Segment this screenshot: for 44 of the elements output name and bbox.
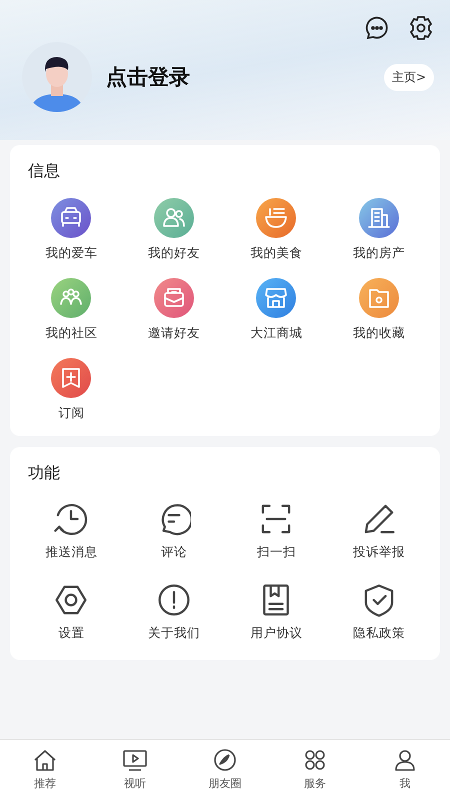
- menu-item[interactable]: 订阅: [20, 354, 122, 426]
- people-icon: [154, 198, 194, 238]
- settings-icon[interactable]: [408, 15, 434, 41]
- tab[interactable]: 视听: [90, 740, 180, 800]
- homepage-button[interactable]: 主页>: [384, 64, 434, 90]
- menu-item[interactable]: 我的房产: [328, 194, 430, 266]
- exclamation-icon: [156, 583, 191, 617]
- compass-icon: [212, 747, 238, 773]
- menu-item[interactable]: 用户协议: [225, 577, 328, 650]
- home-icon: [32, 747, 58, 773]
- menu-item[interactable]: 隐私政策: [328, 577, 430, 650]
- clock-icon: [54, 502, 88, 536]
- message-icon[interactable]: [364, 15, 390, 41]
- envelope-icon: [154, 278, 194, 318]
- tab[interactable]: 朋友圈: [180, 740, 270, 800]
- menu-item[interactable]: 投诉举报: [328, 496, 430, 569]
- tab[interactable]: 我: [360, 740, 450, 800]
- bowl-icon: [256, 198, 296, 238]
- menu-item[interactable]: 我的收藏: [328, 274, 430, 346]
- person-icon: [392, 747, 418, 773]
- section-title: 信息: [28, 161, 61, 182]
- menu-item[interactable]: 我的好友: [122, 194, 225, 266]
- bookmark-plus-icon: [51, 358, 92, 398]
- menu-item[interactable]: 扫一扫: [225, 496, 328, 569]
- menu-item[interactable]: 关于我们: [122, 577, 225, 650]
- hexagon-nut-icon: [54, 583, 88, 617]
- menu-item[interactable]: 设置: [20, 577, 122, 650]
- community-icon: [51, 278, 92, 318]
- menu-item[interactable]: 推送消息: [20, 496, 122, 569]
- menu-item[interactable]: 邀请好友: [122, 274, 225, 346]
- login-prompt[interactable]: 点击登录: [106, 63, 384, 91]
- menu-item[interactable]: 大江商城: [225, 274, 328, 346]
- video-icon: [122, 747, 148, 773]
- menu-item[interactable]: 我的美食: [225, 194, 328, 266]
- tab[interactable]: 推荐: [0, 740, 90, 800]
- section-title: 功能: [28, 463, 61, 484]
- menu-item[interactable]: 评论: [122, 496, 225, 569]
- car-icon: [51, 198, 92, 238]
- folder-icon: [358, 278, 399, 318]
- building-icon: [358, 198, 399, 238]
- menu-item[interactable]: 我的爱车: [20, 194, 122, 266]
- store-icon: [256, 278, 296, 318]
- menu-item[interactable]: 我的社区: [20, 274, 122, 346]
- tab[interactable]: 服务: [270, 740, 360, 800]
